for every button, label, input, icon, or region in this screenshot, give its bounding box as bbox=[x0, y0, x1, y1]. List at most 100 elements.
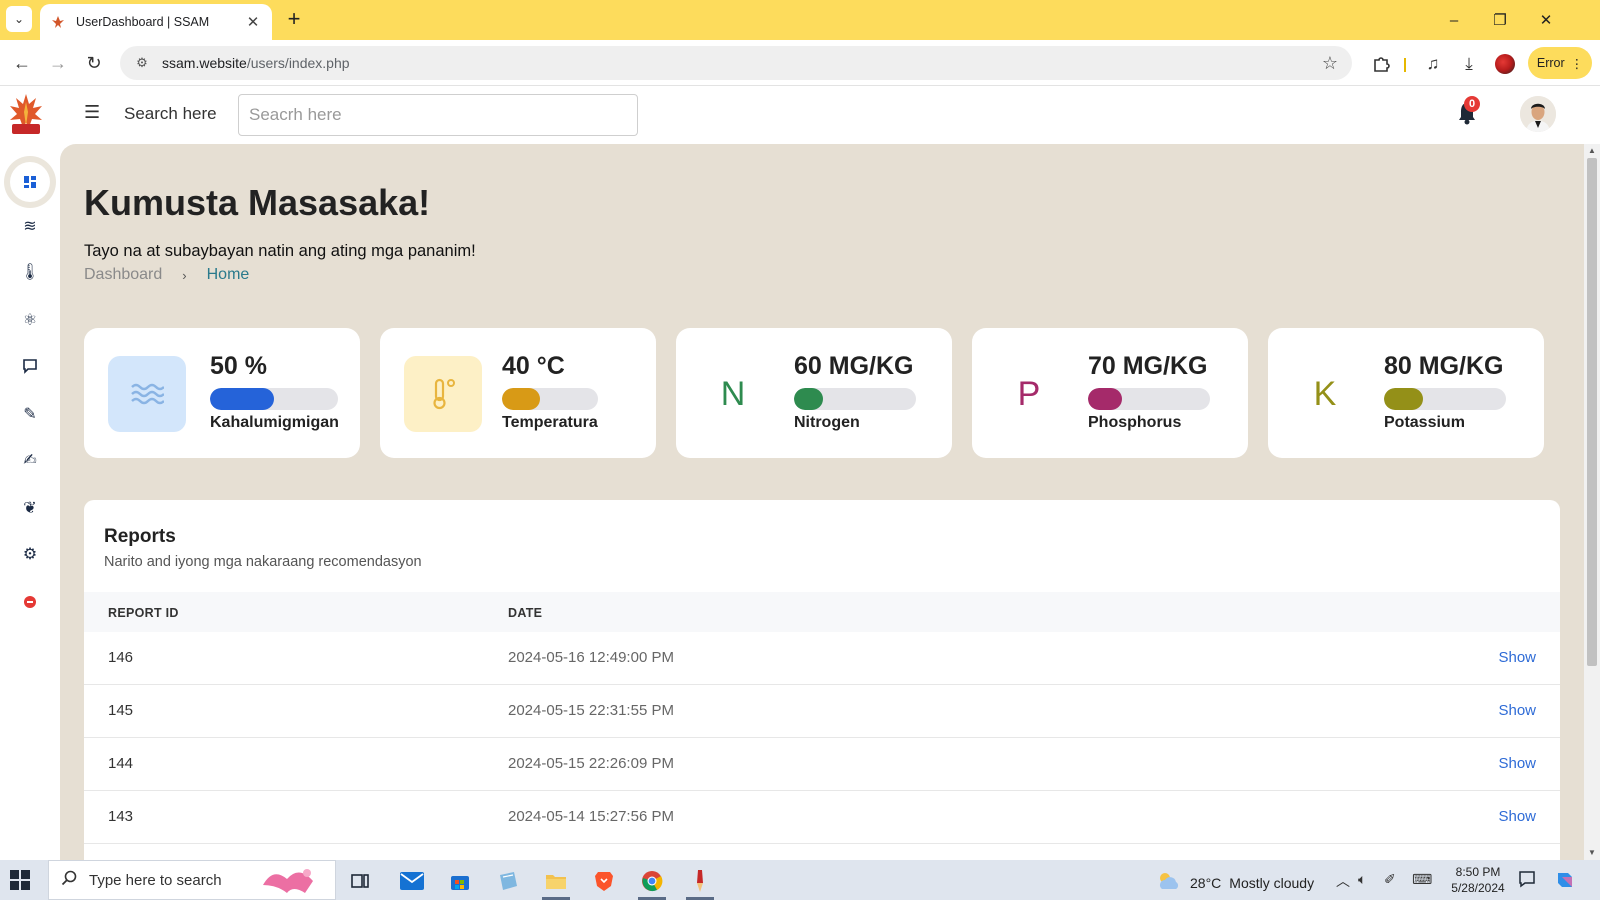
sidebar-item-records[interactable]: ✍ bbox=[10, 440, 50, 480]
reports-subtitle: Narito and iyong mga nakaraang recomenda… bbox=[104, 554, 422, 570]
minimize-icon[interactable]: – bbox=[1432, 6, 1476, 34]
report-id: 146 bbox=[108, 649, 134, 666]
new-tab-plus-icon[interactable]: + bbox=[282, 8, 306, 32]
card-value: 40 °C bbox=[502, 352, 565, 380]
profile-icon[interactable] bbox=[1492, 51, 1518, 77]
card-label: Temperatura bbox=[502, 414, 598, 431]
report-date: 2024-05-16 12:49:00 PM bbox=[508, 649, 674, 666]
card-value: 50 % bbox=[210, 352, 267, 380]
volume-icon[interactable]: 🔈︎ bbox=[1358, 871, 1366, 888]
progress-fill bbox=[502, 388, 541, 410]
phosphorus-letter-icon: P bbox=[1017, 374, 1041, 413]
bookmark-star-icon[interactable]: ☆ bbox=[1322, 53, 1338, 74]
pen-icon[interactable]: ✐ bbox=[1384, 871, 1396, 888]
window-close-icon[interactable]: ✕ bbox=[1524, 6, 1568, 34]
search-label: Search here bbox=[124, 104, 217, 123]
restore-icon[interactable]: ❐ bbox=[1478, 6, 1522, 34]
sidebar-item-logout[interactable] bbox=[10, 582, 50, 622]
show-hidden-icons-chevron-icon[interactable]: ︿ bbox=[1336, 871, 1350, 891]
sidebar: ≋ 🌡︎ ⚛ ✎ ✍ ❦ ⚙ bbox=[0, 144, 60, 860]
show-link[interactable]: Show bbox=[1498, 649, 1536, 666]
user-avatar[interactable] bbox=[1520, 96, 1556, 132]
progress-fill bbox=[210, 388, 274, 410]
windows-taskbar: Type here to search 28°C Mostly cloudy ︿… bbox=[0, 860, 1600, 900]
weather-widget[interactable]: 28°C Mostly cloudy bbox=[1156, 871, 1314, 894]
keyboard-icon[interactable]: ⌨ bbox=[1412, 871, 1432, 888]
tab-close-icon[interactable]: ✕ bbox=[244, 13, 262, 31]
show-link[interactable]: Show bbox=[1498, 702, 1536, 719]
sidebar-item-temperature[interactable]: 🌡︎ bbox=[10, 252, 50, 292]
potassium-letter-icon: K bbox=[1313, 374, 1337, 413]
show-link[interactable]: Show bbox=[1498, 755, 1536, 772]
card-nitrogen: N 60 MG/KG Nitrogen bbox=[676, 328, 952, 458]
file-explorer-icon[interactable] bbox=[536, 864, 576, 900]
toolbar-separator bbox=[1404, 58, 1406, 72]
show-link[interactable]: Show bbox=[1498, 808, 1536, 825]
back-arrow-icon[interactable]: ← bbox=[10, 51, 34, 75]
ssam-logo[interactable] bbox=[6, 92, 46, 140]
hamburger-menu-icon[interactable]: ☰ bbox=[84, 102, 100, 123]
url-path: /users/index.php bbox=[246, 55, 350, 71]
paint-app-icon[interactable] bbox=[680, 864, 720, 900]
media-control-icon[interactable]: ♫ bbox=[1420, 51, 1446, 77]
error-label: Error bbox=[1536, 56, 1565, 70]
windows-start-icon[interactable] bbox=[10, 870, 30, 890]
microsoft-store-icon[interactable] bbox=[440, 864, 480, 898]
leaf-icon: ❦ bbox=[23, 500, 37, 517]
cloudy-weather-icon bbox=[1156, 871, 1182, 894]
sidebar-item-reports[interactable]: ✎ bbox=[10, 394, 50, 434]
sidebar-item-settings[interactable]: ⚙ bbox=[10, 534, 50, 574]
search-highlight-icon bbox=[255, 865, 325, 900]
browser-tab-active[interactable]: UserDashboard | SSAM ✕ bbox=[40, 4, 272, 40]
sidebar-item-messages[interactable] bbox=[10, 346, 50, 386]
address-bar[interactable]: ⚙ ssam.website/users/index.php ☆ bbox=[120, 46, 1352, 80]
report-id: 145 bbox=[108, 702, 134, 719]
download-icon[interactable]: ⤓ bbox=[1456, 51, 1482, 77]
report-date: 2024-05-15 22:26:09 PM bbox=[508, 755, 674, 772]
breadcrumb-dashboard[interactable]: Dashboard bbox=[84, 266, 162, 284]
forward-arrow-icon[interactable]: → bbox=[46, 51, 70, 75]
logout-icon bbox=[24, 596, 36, 608]
sidebar-item-crops[interactable]: ❦ bbox=[10, 488, 50, 528]
taskbar-search-box[interactable]: Type here to search bbox=[48, 860, 336, 900]
chrome-icon[interactable] bbox=[632, 864, 672, 900]
scrollbar-thumb[interactable] bbox=[1587, 158, 1597, 666]
report-date: 2024-05-14 15:27:56 PM bbox=[508, 808, 674, 825]
reload-icon[interactable]: ↻ bbox=[82, 51, 106, 75]
browser-toolbar: ← → ↻ ⚙ ssam.website/users/index.php ☆ ♫… bbox=[0, 40, 1600, 86]
system-clock[interactable]: 8:50 PM 5/28/2024 bbox=[1446, 864, 1510, 896]
url-host: ssam.website bbox=[162, 55, 247, 71]
tab-search-chevron-icon[interactable]: ⌄ bbox=[6, 6, 32, 32]
search-input[interactable] bbox=[238, 94, 638, 136]
gear-icon: ⚙ bbox=[22, 546, 38, 563]
progress-bar bbox=[794, 388, 916, 410]
file-edit-icon: ✍ bbox=[23, 452, 37, 469]
breadcrumb-chevron-icon: › bbox=[182, 267, 187, 283]
brave-browser-icon[interactable] bbox=[584, 864, 624, 898]
sidebar-item-dashboard[interactable] bbox=[10, 162, 50, 202]
kebab-menu-icon: ⋮ bbox=[1570, 56, 1584, 71]
thermometer-icon bbox=[404, 356, 482, 432]
card-value: 70 MG/KG bbox=[1088, 352, 1208, 380]
sidebar-item-humidity[interactable]: ≋ bbox=[10, 206, 50, 246]
task-view-icon[interactable] bbox=[340, 864, 380, 898]
notepad-icon[interactable] bbox=[488, 864, 528, 898]
card-potassium: K 80 MG/KG Potassium bbox=[1268, 328, 1544, 458]
card-value: 80 MG/KG bbox=[1384, 352, 1504, 380]
table-row: 145 2024-05-15 22:31:55 PM Show bbox=[84, 685, 1560, 738]
search-icon bbox=[61, 870, 77, 891]
mail-icon[interactable] bbox=[392, 864, 432, 898]
breadcrumb-home[interactable]: Home bbox=[207, 266, 250, 284]
page-scrollbar[interactable]: ▲ ▼ bbox=[1584, 144, 1600, 860]
card-phosphorus: P 70 MG/KG Phosphorus bbox=[972, 328, 1248, 458]
notifications-icon[interactable] bbox=[1518, 870, 1536, 891]
error-menu-button[interactable]: Error ⋮ bbox=[1528, 47, 1592, 79]
sidebar-item-nutrients[interactable]: ⚛ bbox=[10, 300, 50, 340]
progress-bar bbox=[1088, 388, 1210, 410]
extensions-icon[interactable] bbox=[1368, 51, 1394, 77]
scroll-down-arrow-icon[interactable]: ▼ bbox=[1588, 848, 1596, 857]
scroll-up-arrow-icon[interactable]: ▲ bbox=[1588, 146, 1596, 155]
copilot-icon[interactable] bbox=[1554, 869, 1576, 894]
site-info-icon[interactable]: ⚙ bbox=[132, 55, 152, 71]
progress-bar bbox=[1384, 388, 1506, 410]
